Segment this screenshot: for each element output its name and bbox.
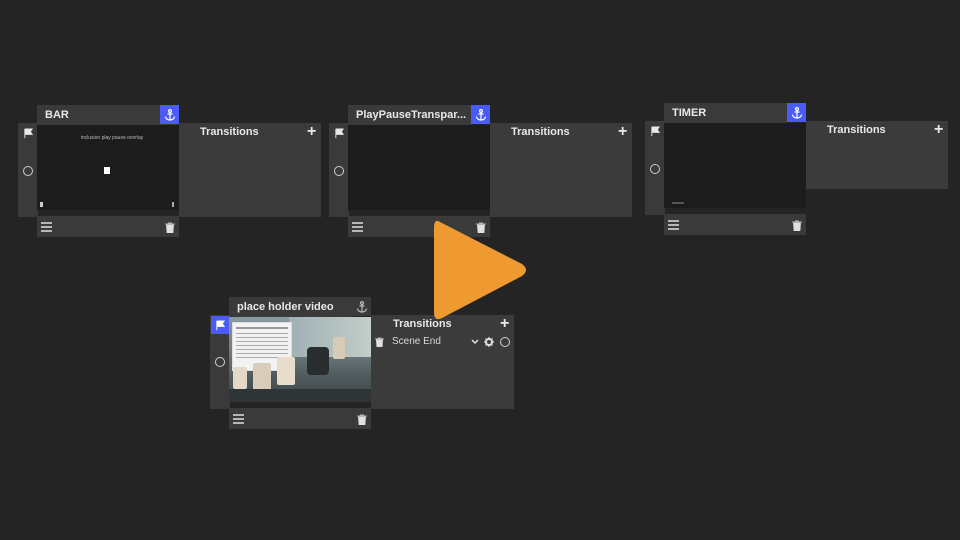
video-thumbnail[interactable] bbox=[229, 317, 371, 402]
flag-icon[interactable] bbox=[330, 124, 348, 142]
thumbnail-candle bbox=[277, 357, 295, 385]
scene-preview[interactable] bbox=[664, 123, 806, 208]
transitions-panel: Transitions + Scene End bbox=[371, 315, 514, 409]
transition-item-label[interactable]: Scene End bbox=[392, 336, 441, 347]
transitions-label: Transitions bbox=[511, 126, 570, 138]
thumbnail-window-light bbox=[289, 317, 371, 357]
preview-corner-mark bbox=[40, 202, 43, 207]
thumbnail-candle bbox=[333, 337, 345, 359]
plus-icon[interactable]: + bbox=[934, 122, 943, 138]
chevron-down-icon[interactable] bbox=[470, 336, 480, 348]
plus-icon[interactable]: + bbox=[618, 124, 627, 140]
anchor-icon[interactable] bbox=[352, 297, 371, 316]
trash-icon[interactable] bbox=[163, 220, 177, 234]
flag-icon[interactable] bbox=[646, 122, 664, 140]
scene-connector-circle[interactable] bbox=[23, 166, 33, 176]
preview-timer-mark bbox=[672, 202, 684, 204]
trash-icon[interactable] bbox=[355, 412, 369, 426]
transitions-panel: Transitions + bbox=[179, 123, 321, 217]
scene-connector-circle[interactable] bbox=[215, 357, 225, 367]
scene-preview[interactable]: inclusion play pause overlay bbox=[37, 125, 179, 210]
scene-footer bbox=[37, 216, 179, 237]
preview-corner-mark bbox=[172, 202, 174, 207]
anchor-icon[interactable] bbox=[471, 105, 490, 124]
scene-connector-circle[interactable] bbox=[334, 166, 344, 176]
transitions-label: Transitions bbox=[827, 124, 886, 136]
transitions-label: Transitions bbox=[200, 126, 259, 138]
preview-overlay-text: inclusion play pause overlay bbox=[80, 135, 144, 141]
anchor-icon[interactable] bbox=[787, 103, 806, 122]
scene-footer bbox=[664, 214, 806, 235]
scene-node-bar[interactable]: BAR inclusion play pause overlay Transit… bbox=[18, 105, 321, 237]
menu-icon[interactable] bbox=[39, 220, 53, 234]
thumbnail-speaker bbox=[307, 347, 329, 375]
gear-icon[interactable] bbox=[483, 335, 495, 349]
scene-preview[interactable] bbox=[348, 125, 490, 210]
menu-icon[interactable] bbox=[666, 218, 680, 232]
thumbnail-candle bbox=[253, 363, 271, 391]
scene-node-timer[interactable]: TIMER Transitions + bbox=[645, 103, 948, 235]
trash-icon[interactable] bbox=[373, 336, 385, 348]
flag-icon[interactable] bbox=[211, 316, 229, 334]
transition-row[interactable]: Scene End bbox=[371, 335, 514, 351]
trash-icon[interactable] bbox=[790, 218, 804, 232]
anchor-icon[interactable] bbox=[160, 105, 179, 124]
thumbnail-candle bbox=[233, 367, 247, 389]
scene-connector-circle[interactable] bbox=[650, 164, 660, 174]
flag-icon[interactable] bbox=[19, 124, 37, 142]
scene-title[interactable]: place holder video bbox=[229, 297, 352, 317]
menu-icon[interactable] bbox=[231, 412, 245, 426]
transitions-panel: Transitions + bbox=[490, 123, 632, 217]
scene-title[interactable]: PlayPauseTranspar... bbox=[348, 105, 471, 125]
transition-connector-circle[interactable] bbox=[500, 337, 510, 347]
scene-title[interactable]: BAR bbox=[37, 105, 177, 125]
play-icon[interactable] bbox=[430, 214, 530, 326]
transitions-panel: Transitions + bbox=[806, 121, 948, 189]
plus-icon[interactable]: + bbox=[307, 124, 316, 140]
thumbnail-table-edge bbox=[229, 389, 371, 402]
scene-footer bbox=[229, 408, 371, 429]
scene-title[interactable]: TIMER bbox=[664, 103, 787, 123]
play-pause-icon bbox=[104, 167, 110, 174]
menu-icon[interactable] bbox=[350, 220, 364, 234]
